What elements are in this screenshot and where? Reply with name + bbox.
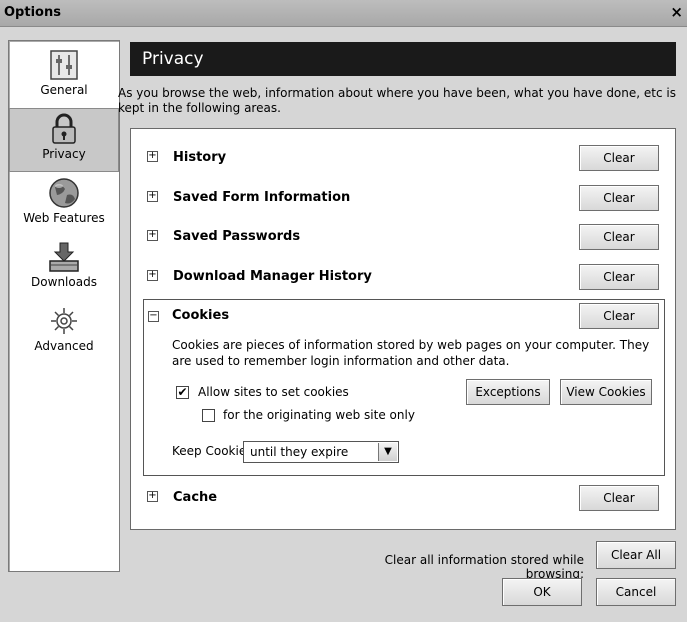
category-sidebar: General Privacy Web Features Downloads A… <box>8 40 120 572</box>
expand-icon[interactable]: + <box>147 230 158 241</box>
section-label: Cache <box>173 490 218 505</box>
clear-history-button[interactable]: Clear <box>579 145 659 171</box>
sidebar-item-label: General <box>40 83 88 97</box>
chevron-down-icon[interactable]: ▼ <box>378 443 397 461</box>
section-label: Saved Passwords <box>173 229 301 244</box>
allow-cookies-label[interactable]: Allow sites to set cookies <box>198 385 349 399</box>
expand-icon[interactable]: + <box>147 491 158 502</box>
section-download-manager-history: + Download Manager History Clear <box>131 258 675 296</box>
clear-cache-button[interactable]: Clear <box>579 485 659 511</box>
clear-download-history-button[interactable]: Clear <box>579 264 659 290</box>
lock-icon <box>47 113 81 145</box>
originating-site-checkbox[interactable] <box>202 409 215 422</box>
originating-site-label[interactable]: for the originating web site only <box>223 408 415 422</box>
general-icon <box>47 49 81 81</box>
clear-passwords-button[interactable]: Clear <box>579 224 659 250</box>
download-tray-icon <box>47 241 81 273</box>
close-icon[interactable]: × <box>670 3 683 21</box>
clear-cookies-button[interactable]: Clear <box>579 303 659 329</box>
collapse-icon[interactable]: − <box>148 311 159 322</box>
clear-all-button[interactable]: Clear All <box>596 541 676 569</box>
view-cookies-button[interactable]: View Cookies <box>560 379 652 405</box>
section-saved-passwords: + Saved Passwords Clear <box>131 218 675 256</box>
sidebar-item-label: Privacy <box>42 147 86 161</box>
privacy-intro-text: As you browse the web, information about… <box>118 86 676 115</box>
sidebar-item-label: Advanced <box>34 339 94 353</box>
section-label: History <box>173 150 227 165</box>
window-title: Options <box>4 5 61 20</box>
privacy-sections-list: + History Clear + Saved Form Information… <box>130 128 676 530</box>
sidebar-item-label: Web Features <box>23 211 105 225</box>
exceptions-button[interactable]: Exceptions <box>466 379 550 405</box>
allow-cookies-checkbox[interactable]: ✔ <box>176 386 189 399</box>
cancel-button[interactable]: Cancel <box>596 578 676 606</box>
keep-cookies-select[interactable]: until they expire ▼ <box>243 441 399 463</box>
sidebar-item-downloads[interactable]: Downloads <box>10 237 118 299</box>
page-title: Privacy <box>130 42 676 76</box>
section-label: Download Manager History <box>173 269 372 284</box>
cookies-description: Cookies are pieces of information stored… <box>172 338 650 368</box>
gear-icon <box>47 305 81 337</box>
clear-all-description: Clear all information stored while brows… <box>384 553 584 581</box>
section-cookies: − Cookies Clear Cookies are pieces of in… <box>143 299 665 476</box>
section-history: + History Clear <box>131 139 675 177</box>
sidebar-item-label: Downloads <box>31 275 97 289</box>
sidebar-item-web-features[interactable]: Web Features <box>10 173 118 235</box>
sidebar-item-advanced[interactable]: Advanced <box>10 301 118 363</box>
title-bar: Options × <box>0 0 687 27</box>
expand-icon[interactable]: + <box>147 151 158 162</box>
clear-form-information-button[interactable]: Clear <box>579 185 659 211</box>
expand-icon[interactable]: + <box>147 270 158 281</box>
sidebar-item-general[interactable]: General <box>10 45 118 107</box>
sidebar-item-privacy[interactable]: Privacy <box>9 108 119 172</box>
keep-cookies-value: until they expire <box>250 445 349 459</box>
expand-icon[interactable]: + <box>147 191 158 202</box>
ok-button[interactable]: OK <box>502 578 582 606</box>
section-label: Saved Form Information <box>173 190 351 205</box>
section-cache: + Cache Clear <box>131 479 675 517</box>
section-saved-form-information: + Saved Form Information Clear <box>131 179 675 217</box>
globe-icon <box>47 177 81 209</box>
section-label: Cookies <box>172 308 230 323</box>
